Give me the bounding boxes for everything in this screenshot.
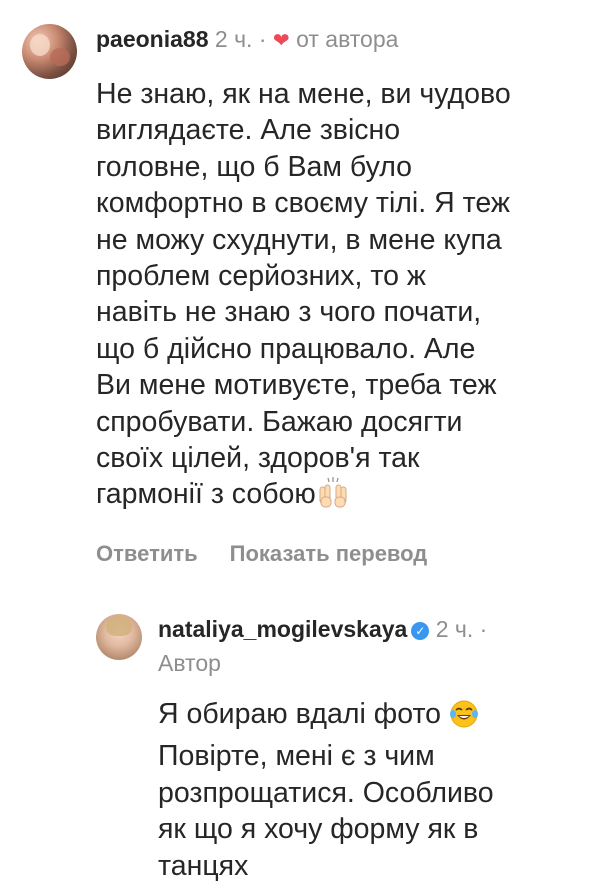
reply-line: розпрощатися. Особливо: [158, 776, 494, 809]
comment-header: paeonia88 2 ч. · ❤ от автора: [96, 24, 592, 56]
timestamp[interactable]: 2 ч.: [215, 26, 253, 52]
comment-line: Ви мене мотивуєте, треба теж: [96, 369, 497, 402]
heart-icon: ❤: [272, 30, 290, 52]
separator: ·: [258, 26, 267, 52]
separator: ·: [479, 616, 488, 642]
comment-line: головне, що б Вам було: [96, 150, 412, 183]
comment-line: комфортно в своєму тілі. Я теж: [96, 187, 510, 220]
comment-line-last: гармонії з собою: [96, 476, 511, 518]
avatar[interactable]: [22, 24, 77, 79]
comment-line: виглядаєте. Але звісно: [96, 114, 401, 147]
comment-body: paeonia88 2 ч. · ❤ от автора: [96, 24, 592, 79]
reply-line: танцях: [158, 849, 249, 882]
timestamp[interactable]: 2 ч.: [436, 616, 474, 642]
comment-text: Не знаю, як на мене, ви чудово виглядаєт…: [96, 76, 511, 519]
reply-line-first: Я обираю вдалі фото: [158, 696, 494, 738]
comment-line: навіть не знаю з чого почати,: [96, 296, 482, 329]
username[interactable]: nataliya_mogilevskaya: [158, 616, 407, 642]
comment: paeonia88 2 ч. · ❤ от автора: [22, 24, 592, 79]
raising-hands-emoji-icon: [316, 477, 350, 518]
author-label: Автор: [158, 650, 221, 676]
show-translation-button[interactable]: Показать перевод: [230, 541, 428, 566]
comment-actions: Ответить Показать перевод: [96, 540, 427, 568]
laughing-tears-emoji-icon: [449, 699, 479, 738]
reply-line-text: Я обираю вдалі фото: [158, 698, 442, 730]
reply-button[interactable]: Ответить: [96, 541, 198, 566]
reply-header: nataliya_mogilevskaya ✓ 2 ч. ·: [158, 614, 596, 644]
liked-by-author-label: от автора: [296, 26, 399, 52]
verified-badge-icon: ✓: [411, 622, 430, 640]
comment-line: спробувати. Бажаю досягти: [96, 405, 463, 438]
reply-body: nataliya_mogilevskaya ✓ 2 ч. · Автор: [158, 614, 596, 678]
comment-line: проблем серйозних, то ж: [96, 260, 426, 293]
reply-line: Повірте, мені є з чим: [158, 740, 435, 773]
avatar[interactable]: [96, 614, 142, 660]
reply-text: Я обираю вдалі фото Повірте, мені є з чи…: [158, 696, 494, 884]
comment-line: Не знаю, як на мене, ви чудово: [96, 78, 511, 110]
comment-line: своїх цілей, здоров'я так: [96, 442, 420, 475]
reply-comment: nataliya_mogilevskaya ✓ 2 ч. · Автор: [96, 614, 596, 678]
username[interactable]: paeonia88: [96, 26, 209, 52]
reply-line: як що я хочу форму як в: [158, 813, 479, 846]
comment-line-text: гармонії з собою: [96, 478, 316, 511]
comment-line: що б дійсно працювало. Але: [96, 332, 476, 365]
comment-line: не можу схуднути, в мене купа: [96, 223, 502, 256]
